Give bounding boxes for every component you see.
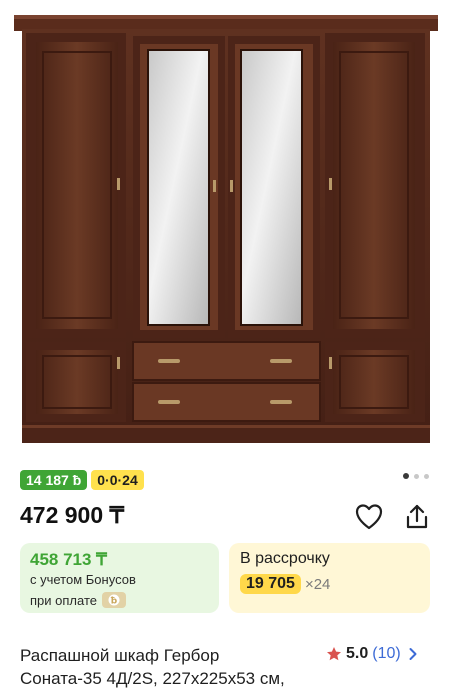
share-icon <box>406 504 428 529</box>
gallery-dot[interactable] <box>414 473 419 479</box>
installment-row: 19 705 ×24 <box>240 574 330 594</box>
installment-card[interactable]: В рассрочку 19 705 ×24 <box>229 543 430 613</box>
svg-text:ƀ: ƀ <box>111 596 118 606</box>
bonus-payment-caption: при оплате <box>30 592 97 608</box>
share-button[interactable] <box>402 502 432 532</box>
heart-icon <box>355 504 383 530</box>
product-title-line: Соната-35 4Д/2S, 227x225x53 см, <box>20 669 285 688</box>
product-image[interactable] <box>0 0 451 452</box>
gallery-pagination[interactable] <box>403 473 429 479</box>
product-title-line: Распашной шкаф Гербор <box>20 646 220 665</box>
product-title: Распашной шкаф Гербор Соната-35 4Д/2S, 2… <box>20 644 320 690</box>
bonus-caption: с учетом Бонусов <box>30 572 136 587</box>
favorite-button[interactable] <box>354 503 384 531</box>
installment-title: В рассрочку <box>240 550 330 567</box>
installment-amount: 19 705 <box>240 574 301 594</box>
gallery-dot[interactable] <box>424 473 429 479</box>
star-icon <box>327 647 341 661</box>
bonus-badge: 14 187 ƀ <box>20 470 88 490</box>
chevron-right-icon[interactable] <box>408 647 418 661</box>
bonus-price: 458 713 ₸ <box>30 550 107 569</box>
bonus-price-card[interactable]: 458 713 ₸ с учетом Бонусов при оплате ƀ <box>20 543 219 613</box>
review-count[interactable]: (10) <box>372 645 400 663</box>
price: 472 900 ₸ <box>20 502 125 528</box>
bonus-payment-row: при оплате ƀ <box>30 592 126 608</box>
rating-value: 5.0 <box>346 645 369 662</box>
rating[interactable]: 5.0 (10) <box>326 645 418 663</box>
gallery-dot[interactable] <box>403 473 409 479</box>
installment-months: ×24 <box>304 575 331 593</box>
bonus-chip-icon: ƀ <box>101 592 126 608</box>
badges: 14 187 ƀ 0·0·24 <box>20 470 144 490</box>
installment-badge: 0·0·24 <box>91 470 144 490</box>
